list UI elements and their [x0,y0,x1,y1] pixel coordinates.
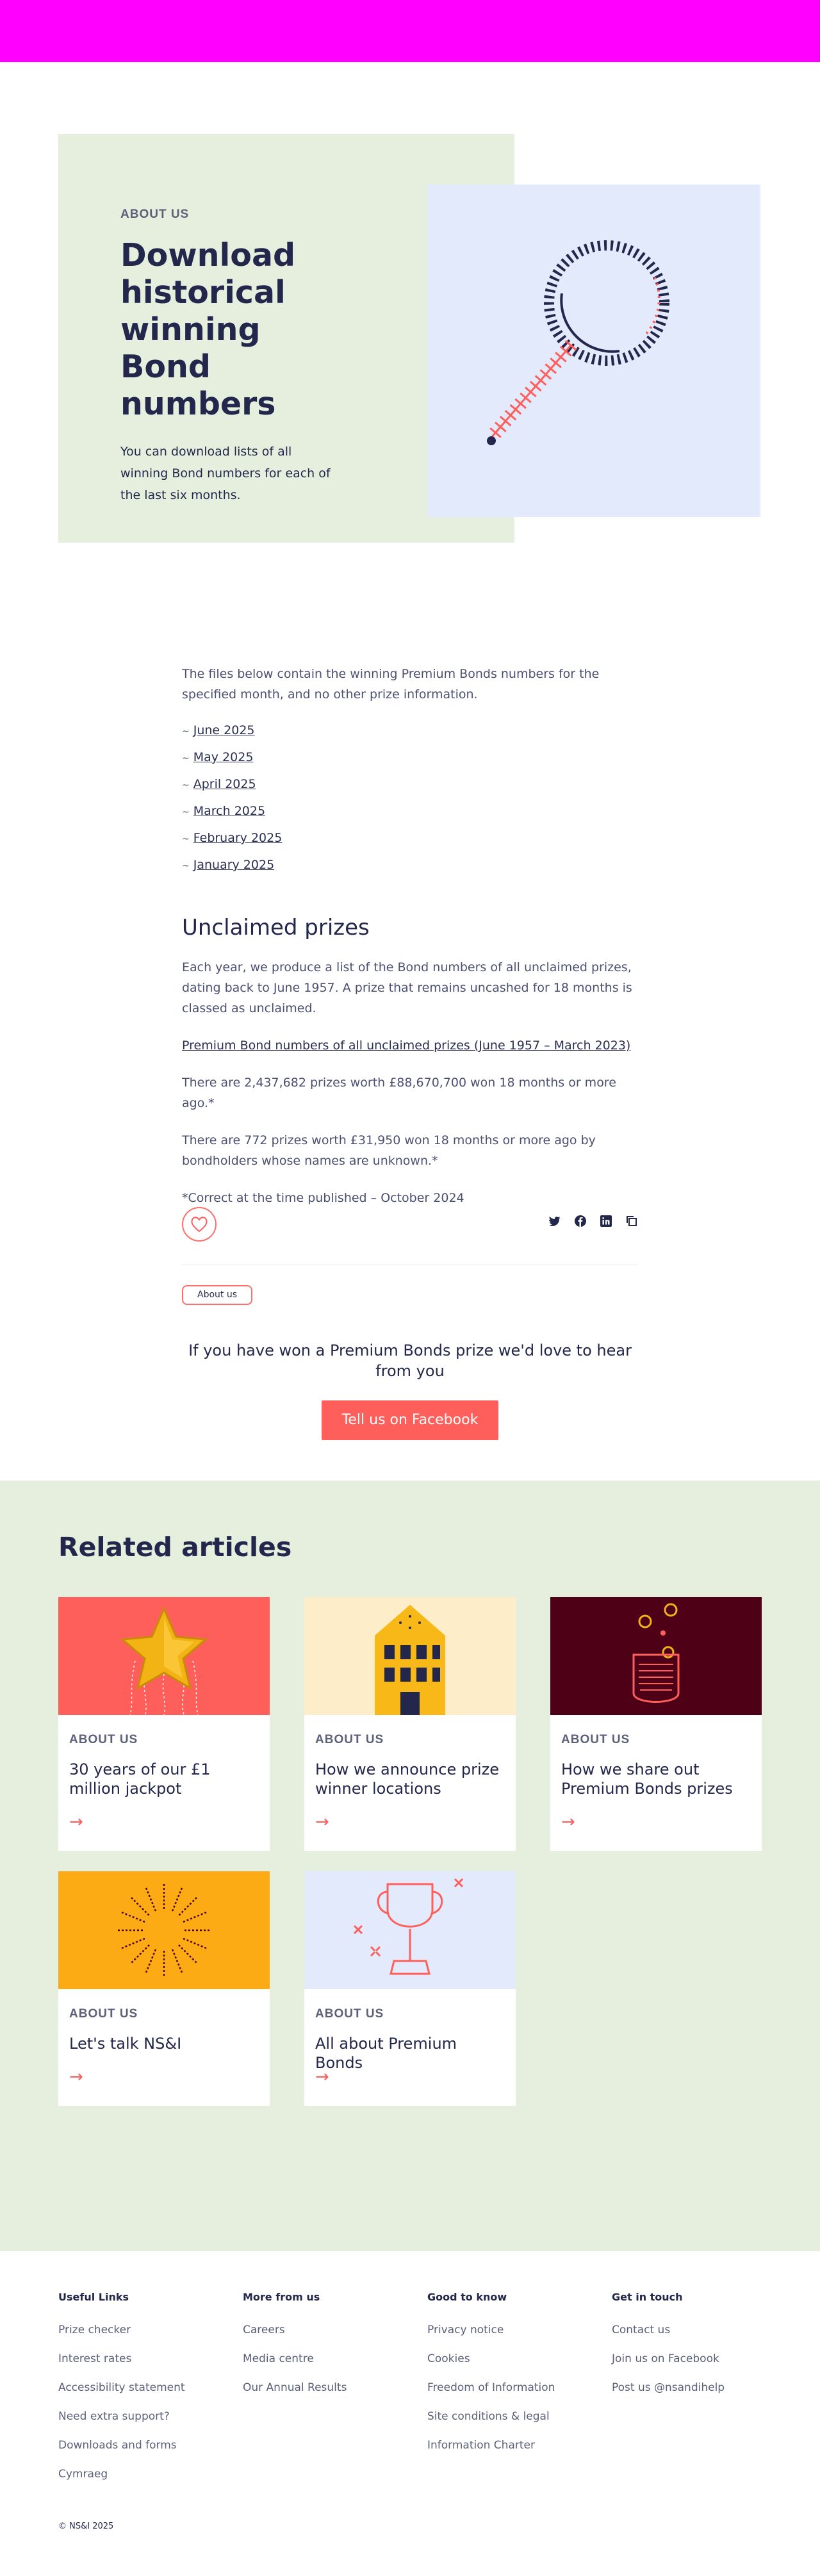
unclaimed-stat-unknown: There are 772 prizes worth £31,950 won 1… [182,1133,596,1168]
main-content: The files below contain the winning Prem… [182,664,638,1208]
card-eyebrow: ABOUT US [315,2007,384,2021]
footer-link-twitter[interactable]: Post us @nsandihelp [612,2380,778,2395]
footer-heading: Useful Links [58,2291,129,2303]
hero-description: You can download lists of all winning Bo… [120,445,331,502]
copyright: © NS&I 2025 [58,2522,114,2531]
footer-link-careers[interactable]: Careers [243,2322,409,2338]
download-link-january-2025[interactable]: January 2025 [193,858,274,872]
download-link-march-2025[interactable]: March 2025 [193,804,265,818]
footnote: *Correct at the time published – October… [182,1191,464,1205]
card-image [58,1597,270,1715]
card-title: How we share out Premium Bonds prizes [561,1760,733,1798]
footer-good-to-know: Good to know Privacy notice Cookies Free… [427,2291,594,2466]
card-title: Let's talk NS&I [69,2035,182,2053]
arrow-right-icon: → [69,2067,83,2087]
facebook-prompt: If you have won a Premium Bonds prize we… [188,1341,632,1380]
copy-link-icon[interactable] [625,1215,638,1227]
tell-us-on-facebook-button[interactable]: Tell us on Facebook [322,1400,498,1440]
article-card-jackpot[interactable]: ABOUT US 30 years of our £1 million jack… [58,1597,270,1851]
card-eyebrow: ABOUT US [69,1733,138,1746]
topic-tag[interactable]: About us [182,1285,253,1305]
related-articles-heading: Related articles [58,1532,292,1563]
footer-link-accessibility[interactable]: Accessibility statement [58,2380,225,2395]
building-icon [375,1605,445,1715]
share-row [182,1207,638,1245]
footer-get-in-touch: Get in touch Contact us Join us on Faceb… [612,2291,778,2409]
unclaimed-prizes-link[interactable]: Premium Bond numbers of all unclaimed pr… [182,1038,630,1053]
gold-star-balloon-icon [120,1606,208,1715]
footer-link-downloads[interactable]: Downloads and forms [58,2438,225,2453]
card-eyebrow: ABOUT US [315,1733,384,1746]
list-item: March 2025 [182,798,638,825]
article-card-winner-locations[interactable]: ABOUT US How we announce prize winner lo… [304,1597,516,1851]
footer-link-cookies[interactable]: Cookies [427,2351,594,2367]
heart-icon [191,1217,208,1233]
hero-text: ABOUT US Download historical winning Bon… [120,208,351,506]
footer-link-annual-results[interactable]: Our Annual Results [243,2380,409,2395]
top-banner [0,0,820,62]
list-item: April 2025 [182,771,638,798]
related-articles-section: Related articles ABOUT US 30 years of ou… [0,1481,820,2251]
article-card-share-prizes[interactable]: ABOUT US How we share out Premium Bonds … [550,1597,762,1851]
arrow-right-icon: → [561,1812,575,1832]
sunburst-icon [118,1884,210,1976]
site-footer: Useful Links Prize checker Interest rate… [0,2251,820,2576]
footer-link-privacy[interactable]: Privacy notice [427,2322,594,2338]
footer-link-facebook[interactable]: Join us on Facebook [612,2351,778,2367]
month-download-list: June 2025 May 2025 April 2025 March 2025… [182,718,638,879]
download-link-april-2025[interactable]: April 2025 [193,777,256,791]
hero-eyebrow: ABOUT US [120,208,190,221]
magnifying-glass-icon [486,240,669,445]
card-title: 30 years of our £1 million jackpot [69,1760,211,1798]
footer-heading: Get in touch [612,2291,683,2303]
article-card-lets-talk[interactable]: ABOUT US Let's talk NS&I → [58,1871,270,2106]
footer-heading: More from us [243,2291,320,2303]
footer-more-from-us: More from us Careers Media centre Our An… [243,2291,409,2409]
footer-link-site-conditions[interactable]: Site conditions & legal [427,2409,594,2424]
like-button[interactable] [182,1207,217,1242]
article-card-all-about[interactable]: ABOUT US All about Premium Bonds → [304,1871,516,2106]
download-link-may-2025[interactable]: May 2025 [193,750,254,764]
footer-useful-links: Useful Links Prize checker Interest rate… [58,2291,225,2495]
list-item: January 2025 [182,852,638,879]
footer-link-prize-checker[interactable]: Prize checker [58,2322,225,2338]
intro-text: The files below contain the winning Prem… [182,667,600,701]
facebook-icon[interactable] [574,1215,587,1227]
footer-link-media-centre[interactable]: Media centre [243,2351,409,2367]
unclaimed-stat-total: There are 2,437,682 prizes worth £88,670… [182,1076,616,1110]
list-item: May 2025 [182,744,638,771]
footer-link-information-charter[interactable]: Information Charter [427,2438,594,2453]
linkedin-icon[interactable] [600,1215,612,1227]
arrow-right-icon: → [315,2067,329,2087]
card-eyebrow: ABOUT US [69,2007,138,2021]
card-image [58,1871,270,1989]
card-eyebrow: ABOUT US [561,1733,630,1746]
card-title: All about Premium Bonds [315,2035,457,2072]
twitter-icon[interactable] [548,1215,561,1227]
download-link-june-2025[interactable]: June 2025 [193,723,255,737]
hero-illustration [427,185,760,517]
footer-link-foi[interactable]: Freedom of Information [427,2380,594,2395]
share-icons [548,1215,638,1227]
footer-link-extra-support[interactable]: Need extra support? [58,2409,225,2424]
footer-heading: Good to know [427,2291,507,2303]
footer-link-interest-rates[interactable]: Interest rates [58,2351,225,2367]
list-item: February 2025 [182,825,638,852]
footer-link-contact[interactable]: Contact us [612,2322,778,2338]
card-image [304,1597,516,1715]
trophy-icon [353,1878,464,1975]
download-link-february-2025[interactable]: February 2025 [193,831,283,845]
unclaimed-heading: Unclaimed prizes [182,915,370,940]
pocket-coins-icon [632,1603,680,1703]
page-title: Download historical winning Bond numbers [120,237,296,422]
card-image [304,1871,516,1989]
card-image [550,1597,762,1715]
unclaimed-description: Each year, we produce a list of the Bond… [182,960,632,1015]
arrow-right-icon: → [315,1812,329,1832]
list-item: June 2025 [182,718,638,744]
arrow-right-icon: → [69,1812,83,1832]
footer-link-cymraeg[interactable]: Cymraeg [58,2466,225,2482]
card-title: How we announce prize winner locations [315,1760,499,1798]
